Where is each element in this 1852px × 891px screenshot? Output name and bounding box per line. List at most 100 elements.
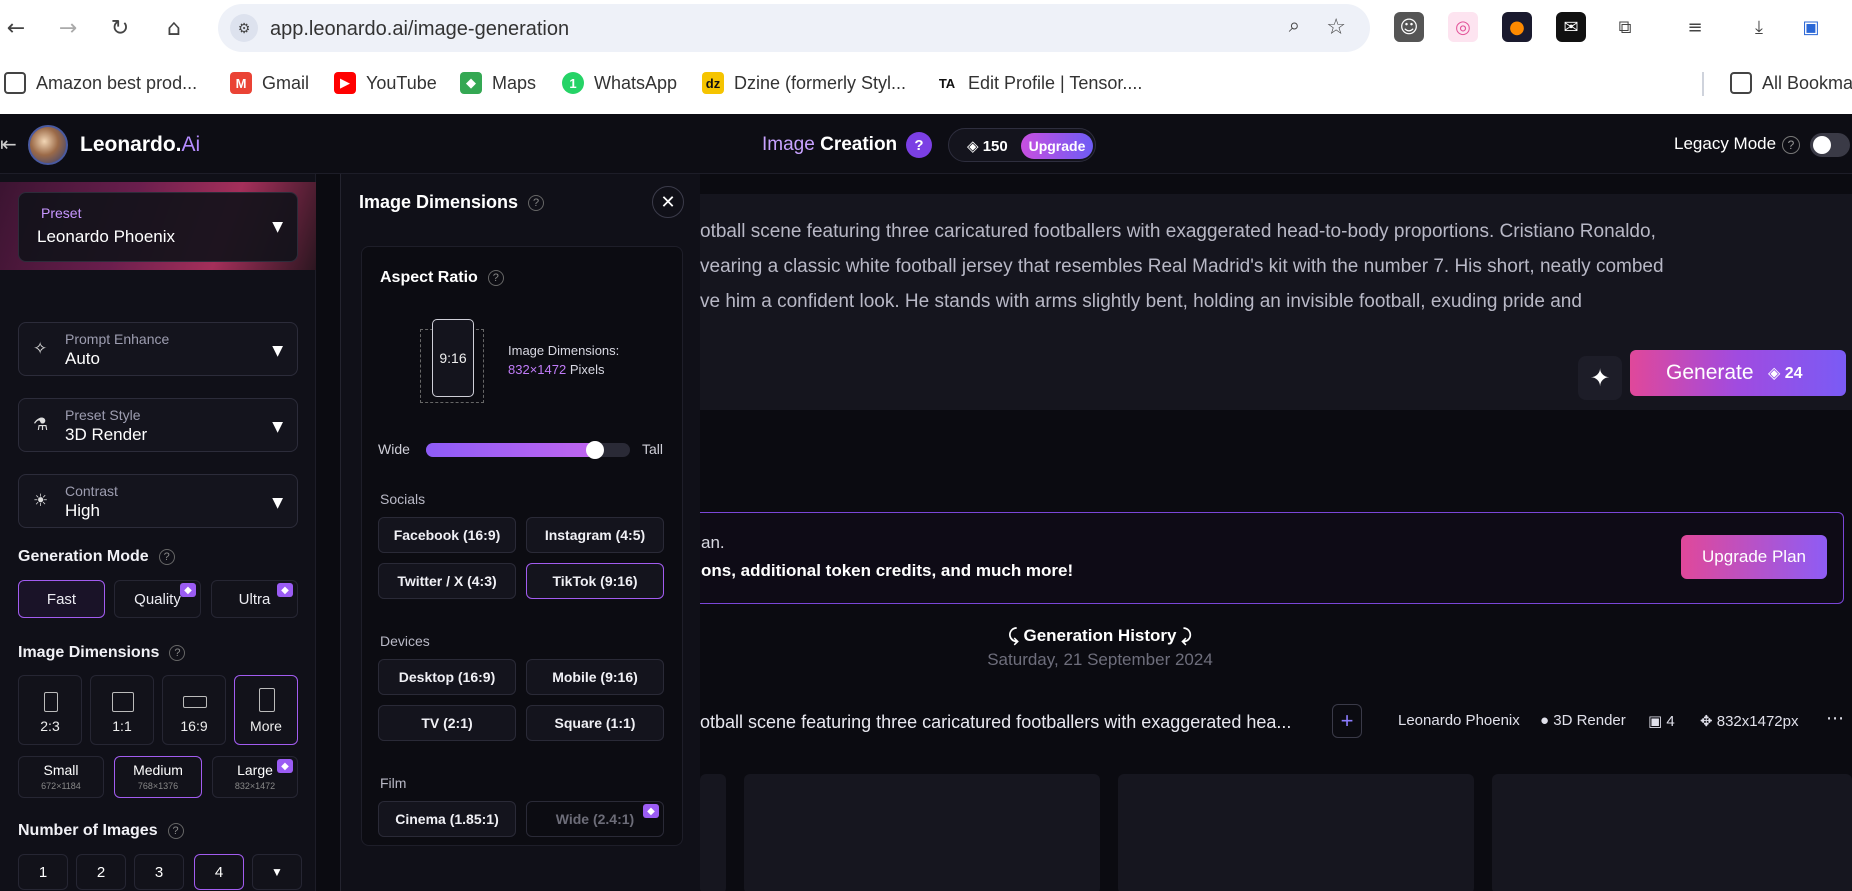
contrast-dropdown[interactable]: ☀ Contrast High ▼ <box>18 474 298 528</box>
generation-prompt[interactable]: otball scene featuring three caricatured… <box>700 712 1291 733</box>
banner-line-2: ons, additional token credits, and much … <box>701 561 1074 580</box>
dim-16-9-button[interactable]: 16:9 <box>162 675 226 745</box>
sparkle-icon: ✦ <box>1589 364 1611 392</box>
slider-handle[interactable] <box>585 441 604 459</box>
preset-twitter[interactable]: Twitter / X (4:3) <box>378 563 516 599</box>
gmail-icon: M <box>230 72 252 94</box>
bookmark-dzine[interactable]: dz Dzine (formerly Styl... <box>702 70 906 96</box>
size-small-button[interactable]: Small 672×1184 <box>18 756 104 798</box>
mail-extension-icon[interactable]: ✉ <box>1556 12 1586 42</box>
orb-extension-icon[interactable]: ● <box>1502 12 1532 42</box>
preset-cinema[interactable]: Cinema (1.85:1) <box>378 801 516 837</box>
size-large-button[interactable]: Large 832×1472 ◆ <box>212 756 298 798</box>
chevron-down-icon: ▼ <box>272 219 283 235</box>
generation-history-title[interactable]: ⤹ Generation History ⤸ <box>700 626 1500 646</box>
help-icon[interactable]: ? <box>487 269 504 286</box>
search-extension-icon[interactable]: ◎ <box>1448 12 1478 42</box>
media-queue-icon[interactable]: ≡ <box>1680 12 1710 42</box>
history-date: Saturday, 21 September 2024 <box>987 650 1213 669</box>
folder-icon <box>1730 72 1752 94</box>
sort-icon: ⤹ <box>1008 626 1024 645</box>
generated-image-2[interactable] <box>744 774 1100 891</box>
upgrade-plan-button[interactable]: Upgrade Plan <box>1681 535 1827 579</box>
robot-extension-icon[interactable]: ☺ <box>1394 12 1424 42</box>
help-icon[interactable]: ? <box>158 548 175 565</box>
aspect-ratio-title: Aspect Ratio? <box>380 269 504 287</box>
legacy-mode-toggle[interactable] <box>1810 133 1850 157</box>
close-panel-button[interactable]: ✕ <box>652 186 684 218</box>
preset-tv[interactable]: TV (2:1) <box>378 705 516 741</box>
help-icon[interactable]: ? <box>167 822 184 839</box>
profile-icon[interactable]: ▣ <box>1796 12 1826 42</box>
num-images-1-button[interactable]: 1 <box>18 854 68 890</box>
portrait-shape-icon <box>44 692 58 712</box>
num-images-4-button[interactable]: 4 <box>194 854 244 890</box>
home-icon[interactable]: ⌂ <box>158 12 190 44</box>
mode-ultra-button[interactable]: Ultra ◆ <box>211 580 298 618</box>
prompt-enhance-dropdown[interactable]: ✧ Prompt Enhance Auto ▼ <box>18 322 298 376</box>
size-medium-button[interactable]: Medium 768×1376 <box>114 756 202 798</box>
preset-dropdown[interactable]: Preset Leonardo Phoenix ▼ <box>18 192 298 262</box>
help-icon[interactable]: ? <box>906 132 932 158</box>
preset-instagram[interactable]: Instagram (4:5) <box>526 517 664 553</box>
slider-wide-label: Wide <box>378 441 410 457</box>
devices-title: Devices <box>380 633 430 649</box>
bookmark-youtube[interactable]: ▶ YouTube <box>334 70 437 96</box>
prompt-textarea[interactable]: otball scene featuring three caricatured… <box>700 214 1820 319</box>
bookmark-tensor[interactable]: TA Edit Profile | Tensor.... <box>936 70 1142 96</box>
generated-image-4[interactable] <box>1492 774 1852 891</box>
custom-shape-icon <box>259 688 275 712</box>
upgrade-button[interactable]: Upgrade <box>1021 133 1093 159</box>
aspect-slider[interactable] <box>426 441 630 459</box>
preset-tiktok[interactable]: TikTok (9:16) <box>526 563 664 599</box>
mode-fast-button[interactable]: Fast <box>18 580 105 618</box>
num-images-3-button[interactable]: 3 <box>134 854 184 890</box>
legacy-help-icon[interactable]: ? <box>1782 136 1800 154</box>
brand-name[interactable]: Leonardo.Ai <box>80 133 200 157</box>
landscape-shape-icon <box>183 696 207 708</box>
add-prompt-button[interactable]: + <box>1332 704 1362 738</box>
mode-quality-button[interactable]: Quality ◆ <box>114 580 201 618</box>
preset-style-dropdown[interactable]: ⚗ Preset Style 3D Render ▼ <box>18 398 298 452</box>
generated-image-1[interactable] <box>700 774 726 891</box>
generate-button[interactable]: Generate ◈ 24 <box>1630 350 1846 396</box>
dim-1-1-button[interactable]: 1:1 <box>90 675 154 745</box>
extensions-puzzle-icon[interactable]: ⧉ <box>1610 12 1640 42</box>
num-images-2-button[interactable]: 2 <box>76 854 126 890</box>
bookmark-whatsapp[interactable]: 1 WhatsApp <box>562 70 677 96</box>
site-settings-icon[interactable]: ⚙ <box>230 14 258 42</box>
bookmark-all[interactable]: All Bookma <box>1730 70 1852 96</box>
dim-more-button[interactable]: More <box>234 675 298 745</box>
bookmark-star-icon[interactable]: ☆ <box>1326 14 1346 40</box>
back-icon[interactable]: ← <box>0 12 32 44</box>
magic-sparkle-button[interactable]: ✦ <box>1578 356 1622 400</box>
num-images-more-button[interactable]: ▼ <box>252 854 302 890</box>
leonardo-logo[interactable] <box>28 125 68 165</box>
slider-fill <box>426 443 595 457</box>
generation-mode-title: Generation Mode? <box>18 548 175 566</box>
preset-desktop[interactable]: Desktop (16:9) <box>378 659 516 695</box>
prompt-enhance-label: Prompt Enhance <box>65 331 170 347</box>
bookmark-maps[interactable]: ◆ Maps <box>460 70 536 96</box>
help-icon[interactable]: ? <box>169 644 186 661</box>
chevron-down-icon: ▼ <box>272 495 283 511</box>
forward-icon[interactable]: → <box>52 12 84 44</box>
preset-square[interactable]: Square (1:1) <box>526 705 664 741</box>
zoom-icon[interactable]: ⌕ <box>1289 15 1300 38</box>
generated-image-3[interactable] <box>1118 774 1474 891</box>
dim-2-3-button[interactable]: 2:3 <box>18 675 82 745</box>
address-bar[interactable]: ⚙ app.leonardo.ai/image-generation ⌕ ☆ <box>218 4 1370 52</box>
preset-facebook[interactable]: Facebook (16:9) <box>378 517 516 553</box>
reload-icon[interactable]: ↻ <box>104 12 136 44</box>
download-icon[interactable]: ⤓ <box>1744 12 1774 42</box>
bookmark-amazon[interactable]: Amazon best prod... <box>4 70 197 96</box>
collapse-sidebar-icon[interactable]: ⇤ <box>0 132 17 157</box>
url-text[interactable]: app.leonardo.ai/image-generation <box>270 18 569 41</box>
prompt-enhance-value: Auto <box>65 349 100 368</box>
more-options-icon[interactable]: ⋯ <box>1826 708 1844 729</box>
token-balance[interactable]: ◈ 150 Upgrade <box>948 128 1096 162</box>
help-icon[interactable]: ? <box>528 195 545 212</box>
preset-mobile[interactable]: Mobile (9:16) <box>526 659 664 695</box>
bookmark-gmail[interactable]: M Gmail <box>230 70 309 96</box>
preset-wide[interactable]: Wide (2.4:1) ◆ <box>526 801 664 837</box>
